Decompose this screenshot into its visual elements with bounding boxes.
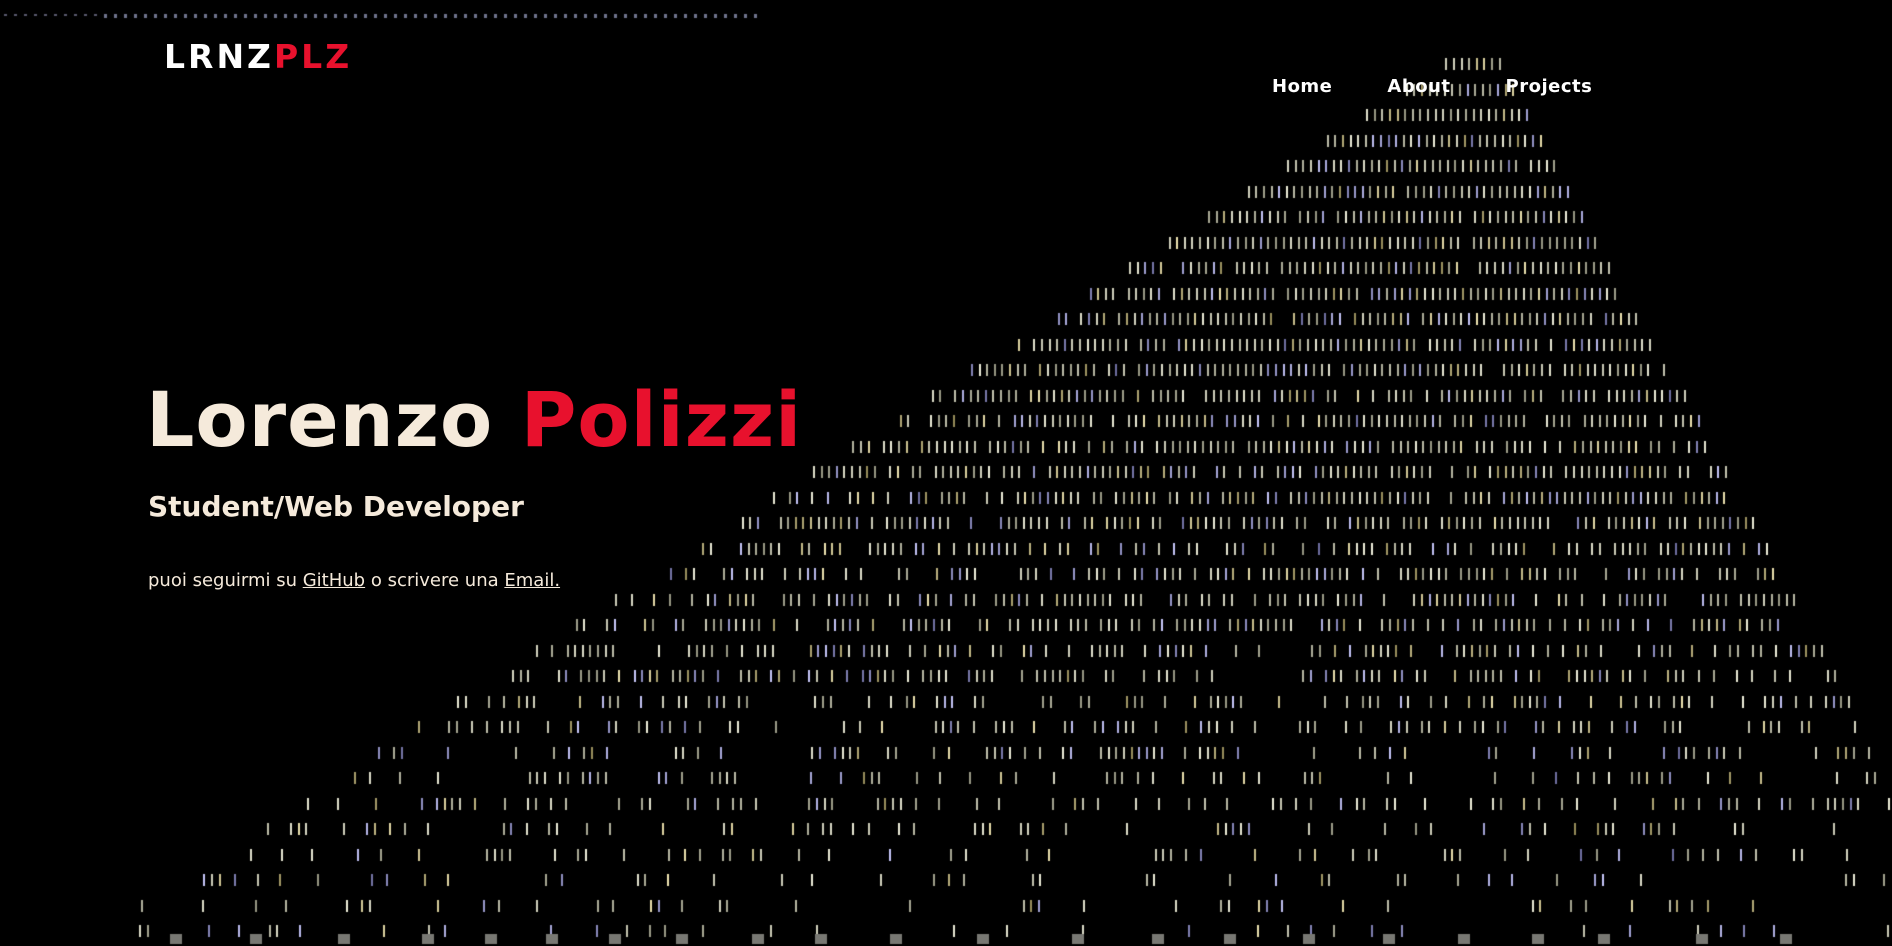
follow-middle: o scrivere una (370, 570, 499, 591)
follow-text: puoi seguirmi su GitHub o scrivere una E… (148, 570, 560, 591)
email-link[interactable]: Email. (504, 570, 560, 591)
logo-part-red: PLZ (274, 37, 353, 76)
hero-name: Lorenzo Polizzi (146, 382, 802, 458)
hero-last-name: Polizzi (520, 375, 803, 464)
hero-subtitle: Student/Web Developer (148, 490, 524, 523)
nav-home-link[interactable]: Home (1272, 76, 1332, 97)
follow-prefix: puoi seguirmi su (148, 570, 297, 591)
hero-first-name: Lorenzo (146, 375, 494, 464)
ascii-mountain-background (0, 0, 1892, 946)
github-link[interactable]: GitHub (303, 570, 365, 591)
site-logo[interactable]: LRNZPLZ (164, 40, 352, 73)
nav-projects-link[interactable]: Projects (1506, 76, 1593, 97)
nav-about-link[interactable]: About (1387, 76, 1450, 97)
main-nav: Home About Projects (1272, 76, 1592, 97)
logo-part-white: LRNZ (164, 37, 274, 76)
